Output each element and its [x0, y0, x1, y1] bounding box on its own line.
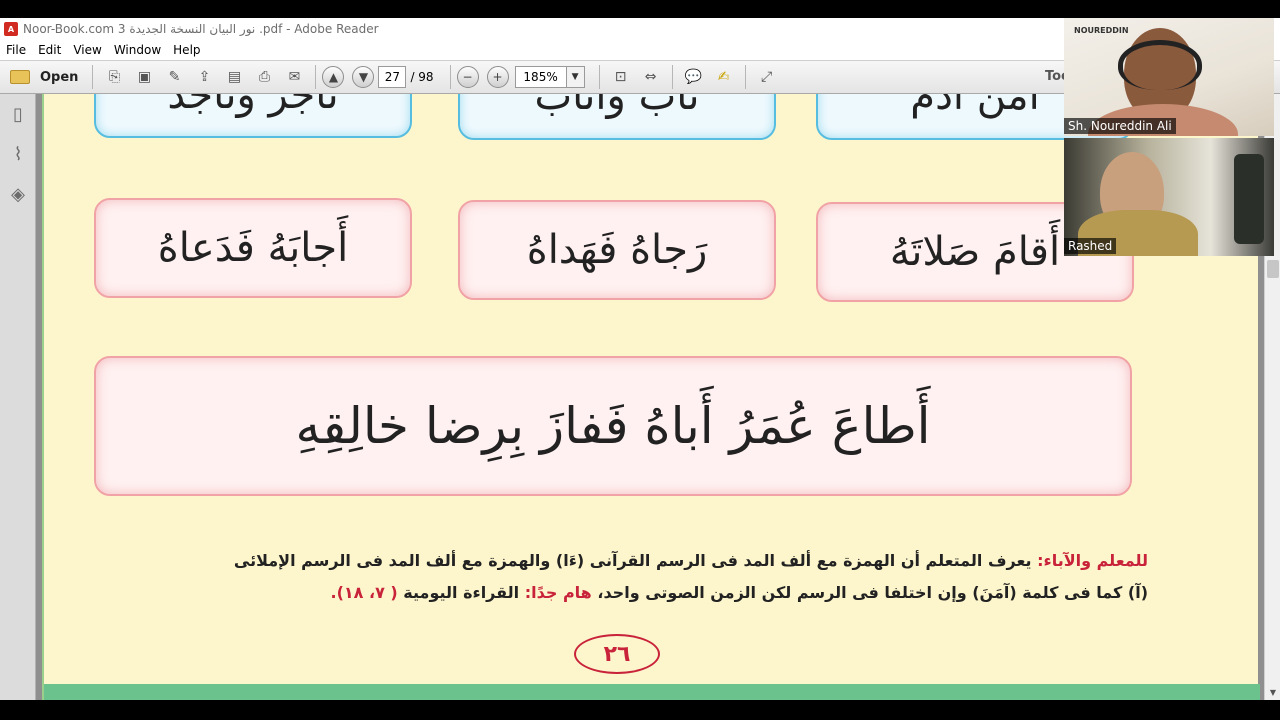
- note-label: للمعلم والآباء:: [1037, 551, 1148, 570]
- fit-width-icon[interactable]: ⇔: [638, 64, 664, 90]
- toolbar-separator: [315, 65, 317, 89]
- create-pdf-icon[interactable]: ⎘: [101, 64, 127, 90]
- note-pages: ( ٧، ١٨).: [330, 583, 398, 602]
- fullscreen-icon[interactable]: ⤢: [754, 64, 780, 90]
- print-icon[interactable]: ⎙: [251, 64, 277, 90]
- window-title: Noor-Book.com نور البيان النسخة الجديدة …: [23, 22, 379, 36]
- toolbar-separator: [92, 65, 94, 89]
- open-button[interactable]: Open: [8, 70, 86, 85]
- toolbar-separator: [449, 65, 451, 89]
- participant-name: Sh. Noureddin Ali: [1064, 118, 1176, 134]
- teacher-note: للمعلم والآباء: يعرف المتعلم أن الهمزة م…: [108, 550, 1148, 572]
- page-total: / 98: [410, 70, 434, 84]
- comment-icon[interactable]: 💬: [681, 64, 707, 90]
- menu-edit[interactable]: Edit: [32, 43, 67, 57]
- scrollbar-thumb[interactable]: [1267, 260, 1279, 278]
- folder-icon: [10, 70, 30, 84]
- note-important: هام جدًا:: [524, 583, 592, 602]
- previous-page-icon[interactable]: ▲: [322, 66, 345, 88]
- participant-name: Rashed: [1064, 238, 1117, 254]
- navigation-panel: ▯ ⌇ ◈: [0, 94, 36, 700]
- note-line-2a: (آ) كما فى كلمة (آمَنَ) وإن اختلفا فى ال…: [597, 583, 1148, 602]
- layers-icon[interactable]: ◈: [0, 174, 36, 214]
- zoom-out-icon[interactable]: −: [456, 66, 479, 88]
- email-icon[interactable]: ✉: [281, 64, 307, 90]
- zoom-in-icon[interactable]: +: [486, 66, 509, 88]
- headset-icon: [1118, 40, 1202, 90]
- word-tile: رَجاهُ فَهَداهُ: [458, 200, 776, 300]
- edit-icon[interactable]: ✎: [161, 64, 187, 90]
- word-tile: تاجر وتاجد: [94, 94, 412, 138]
- toolbar-separator: [744, 65, 746, 89]
- word-tile: أَجابَهُ فَدَعاهُ: [94, 198, 412, 298]
- note-line-2b: القراءة اليومية: [403, 583, 520, 602]
- video-tile-teacher: NOUREDDIN Sh. Noureddin Ali: [1064, 18, 1274, 136]
- video-tile-student: Rashed: [1064, 138, 1274, 256]
- next-page-icon[interactable]: ▼: [352, 66, 375, 88]
- scroll-down-icon[interactable]: ▼: [1265, 684, 1280, 700]
- page-number-badge: ٢٦: [574, 634, 660, 674]
- open-label: Open: [40, 69, 79, 85]
- pdf-app-icon: A: [4, 22, 18, 36]
- highlight-icon[interactable]: ✍: [711, 64, 737, 90]
- page-thumbnails-icon[interactable]: ▯: [0, 94, 36, 134]
- page-number-input[interactable]: 27: [378, 66, 407, 88]
- menu-window[interactable]: Window: [108, 43, 167, 57]
- word-tile: تاب وأتاب: [458, 94, 776, 140]
- teacher-note-line-2: (آ) كما فى كلمة (آمَنَ) وإن اختلفا فى ال…: [108, 582, 1148, 604]
- upload-icon[interactable]: ⇪: [191, 64, 217, 90]
- note-line-1: يعرف المتعلم أن الهمزة مع ألف المد فى ال…: [233, 551, 1032, 570]
- hanging-clothes: [1234, 154, 1264, 244]
- letterbox-bottom: [0, 700, 1280, 720]
- combine-icon[interactable]: ▣: [131, 64, 157, 90]
- toolbar-separator: [598, 65, 600, 89]
- brand-logo: NOUREDDIN: [1074, 26, 1129, 35]
- attachments-icon[interactable]: ⌇: [0, 134, 36, 174]
- letterbox-top: [0, 0, 1280, 18]
- page-footer-band: [44, 684, 1260, 700]
- menu-view[interactable]: View: [67, 43, 107, 57]
- zoom-input[interactable]: 185%: [514, 66, 567, 88]
- menu-file[interactable]: File: [0, 43, 32, 57]
- menu-help[interactable]: Help: [167, 43, 206, 57]
- sentence-tile: أَطاعَ عُمَرُ أَباهُ فَفازَ بِرِضا خالِق…: [94, 356, 1132, 496]
- fit-page-icon[interactable]: ⊡: [608, 64, 634, 90]
- toolbar-separator: [671, 65, 673, 89]
- save-icon[interactable]: ▤: [221, 64, 247, 90]
- chevron-down-icon[interactable]: ▼: [566, 66, 585, 88]
